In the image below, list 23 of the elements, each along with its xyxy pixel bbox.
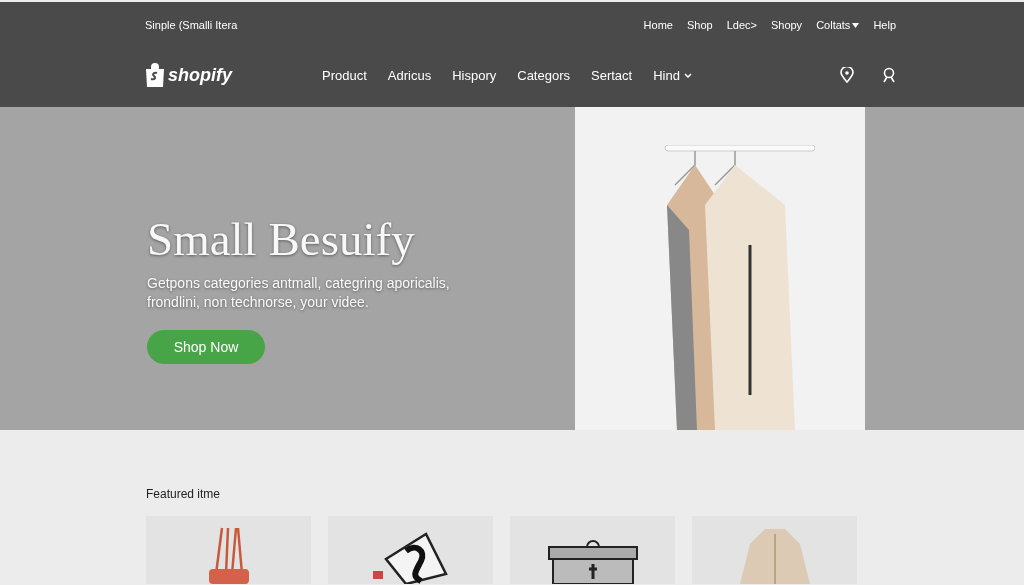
product-card[interactable]	[510, 516, 675, 584]
product-card[interactable]	[328, 516, 493, 584]
nav-link[interactable]: Hind	[653, 67, 692, 83]
nav-link[interactable]: Adricus	[387, 67, 432, 83]
store-tagline: Sinple (Smalli Itera	[145, 19, 238, 31]
top-link[interactable]: Ldec>	[726, 19, 757, 31]
nav-link[interactable]: Sertact	[591, 67, 633, 83]
logo-text[interactable]: shopify	[168, 64, 232, 86]
hero-title: Small Besuify	[147, 212, 416, 266]
top-link[interactable]: Home	[643, 19, 673, 31]
nav-link[interactable]: Categors	[517, 67, 570, 83]
location-pin-icon[interactable]	[840, 67, 854, 83]
hero-description: Getpons categories antmall, categring aporicalis, frondlini, non technorse, your videe.	[147, 274, 451, 312]
nav-link[interactable]: Product	[322, 67, 367, 83]
section-heading: Featured itme	[146, 487, 222, 501]
shopping-bag-icon	[145, 63, 165, 87]
top-link[interactable]: Shopy	[770, 19, 803, 31]
user-icon[interactable]	[882, 67, 896, 83]
top-link[interactable]: Shop	[686, 19, 713, 31]
top-link[interactable]: Help	[873, 19, 896, 31]
top-link[interactable]: Coltats	[816, 19, 860, 31]
coat-drawing	[739, 529, 810, 584]
nav-link[interactable]: Hispory	[452, 67, 497, 83]
